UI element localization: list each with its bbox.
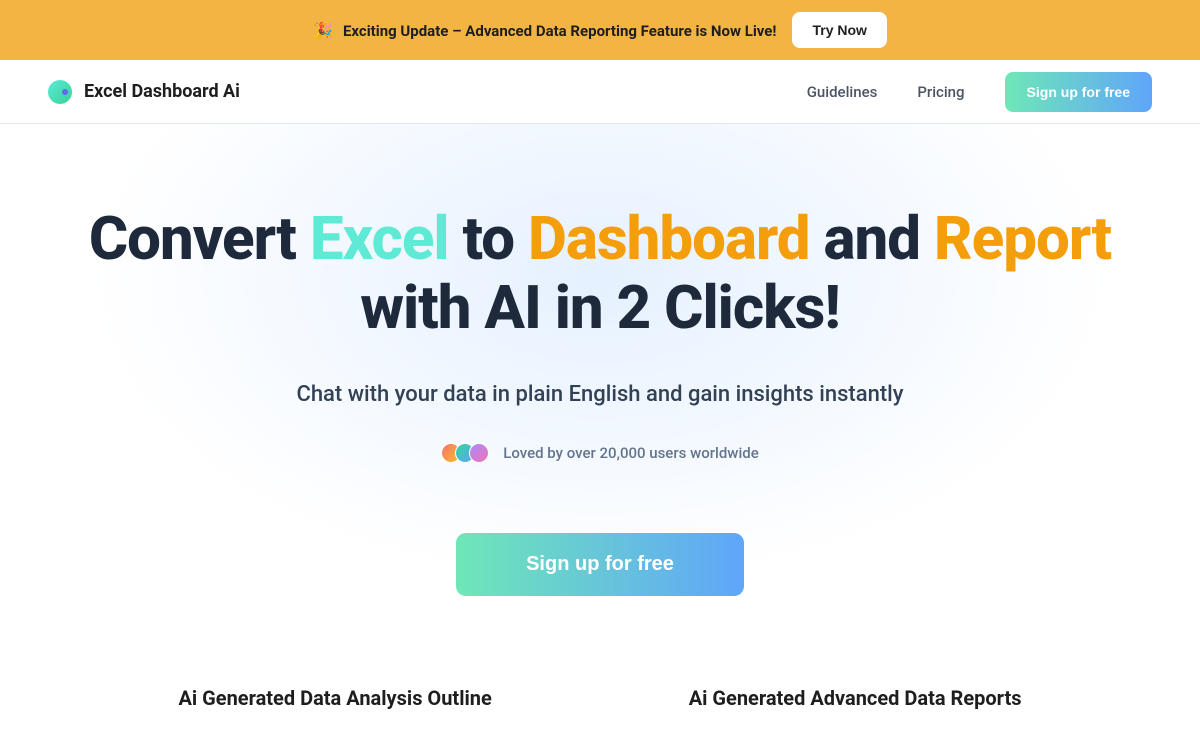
nav-signup-button[interactable]: Sign up for free — [1005, 72, 1152, 112]
hero-title-p7: with AI in 2 Clicks! — [360, 272, 840, 343]
feature-title-outline: Ai Generated Data Analysis Outline — [178, 686, 491, 710]
social-proof: Loved by over 20,000 users worldwide — [48, 443, 1152, 463]
hero-subtitle: Chat with your data in plain English and… — [48, 382, 1152, 407]
hero-section: Convert Excel to Dashboard and Report wi… — [0, 124, 1200, 636]
announcement-text: Exciting Update – Advanced Data Reportin… — [343, 22, 777, 40]
avatar-stack — [441, 443, 489, 463]
feature-title-reports: Ai Generated Advanced Data Reports — [689, 686, 1022, 710]
brand-name: Excel Dashboard Ai — [84, 81, 240, 102]
avatar-icon — [469, 443, 489, 463]
hero-signup-button[interactable]: Sign up for free — [456, 533, 744, 596]
hero-title-dashboard: Dashboard — [528, 203, 810, 274]
hero-title: Convert Excel to Dashboard and Report wi… — [48, 204, 1152, 342]
brand[interactable]: Excel Dashboard Ai — [48, 80, 240, 104]
announcement-bar: 🎉 Exciting Update – Advanced Data Report… — [0, 0, 1200, 60]
hero-title-p5: and — [810, 203, 934, 274]
hero-title-p3: to — [449, 203, 528, 274]
hero-title-report: Report — [934, 203, 1111, 274]
hero-title-excel: Excel — [310, 203, 449, 274]
navbar: Excel Dashboard Ai Guidelines Pricing Si… — [0, 60, 1200, 124]
hero-title-p1: Convert — [89, 203, 310, 274]
party-icon: 🎉 — [313, 21, 333, 40]
features-row: Ai Generated Data Analysis Outline Ai Ge… — [0, 636, 1200, 710]
brand-logo-icon — [48, 80, 72, 104]
nav-link-pricing[interactable]: Pricing — [917, 83, 964, 101]
announcement-content: 🎉 Exciting Update – Advanced Data Report… — [313, 21, 776, 40]
try-now-button[interactable]: Try Now — [792, 12, 886, 48]
social-proof-text: Loved by over 20,000 users worldwide — [503, 444, 759, 462]
nav-links: Guidelines Pricing Sign up for free — [807, 72, 1152, 112]
nav-link-guidelines[interactable]: Guidelines — [807, 83, 878, 101]
